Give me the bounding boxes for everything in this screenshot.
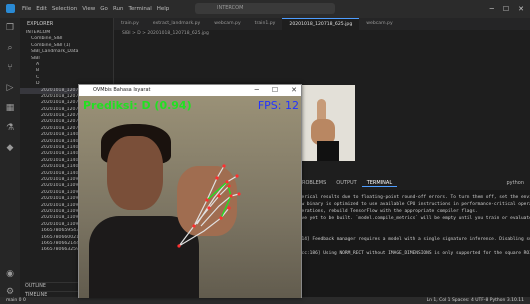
tab-terminal[interactable]: TERMINAL (361, 180, 398, 187)
status-left[interactable]: main 0 0 (6, 297, 26, 304)
hand-sleeve (317, 141, 339, 161)
menu-file[interactable]: File (22, 6, 31, 12)
fps-label: FPS: 12 (257, 99, 299, 112)
breadcrumb[interactable]: SIBI > D > 20201018_120718_625.jpg (122, 31, 209, 36)
explorer-header: EXPLORER (27, 21, 54, 27)
menu-help[interactable]: Help (157, 6, 170, 12)
menu-go[interactable]: Go (100, 6, 108, 12)
menu-edit[interactable]: Edit (36, 6, 47, 12)
tab-train1[interactable]: train1.py (248, 18, 283, 30)
window-title: OVMbis Bahasa Isyarat (93, 87, 151, 93)
prediction-label: Prediksi: D (0.94) (83, 99, 192, 112)
extensions-icon[interactable]: ▦ (0, 98, 20, 118)
minimize-icon[interactable]: ─ (490, 0, 494, 18)
tab-webcam-2[interactable]: webcam.py (359, 18, 399, 30)
opencv-window[interactable]: OVMbis Bahasa Isyarat ─ ☐ ✕ Prediksi: D … (78, 84, 302, 298)
close-icon[interactable]: ✕ (291, 85, 297, 96)
run-icon[interactable]: ▷ (0, 78, 20, 98)
tab-extract-landmark[interactable]: extract_landmark.py (146, 18, 207, 30)
titlebar: File Edit Selection View Go Run Terminal… (0, 0, 530, 18)
tab-webcam[interactable]: webcam.py (207, 18, 247, 30)
source-control-icon[interactable]: ⑂ (0, 58, 20, 78)
menu-view[interactable]: View (82, 6, 95, 12)
close-icon[interactable]: ✕ (518, 0, 524, 18)
menu-selection[interactable]: Selection (52, 6, 77, 12)
remote-icon[interactable]: ◆ (0, 138, 20, 158)
menu-bar: File Edit Selection View Go Run Terminal… (22, 6, 169, 12)
editor-tabs: train.py extract_landmark.py webcam.py t… (114, 18, 530, 30)
activity-bar: ❐ ⌕ ⑂ ▷ ▦ ⚗ ◆ ◉ ⚙ (0, 18, 20, 304)
status-right[interactable]: Ln 1, Col 1 Spaces: 4 UTF-8 Python 3.10.… (427, 297, 524, 304)
maximize-icon[interactable]: ☐ (272, 85, 278, 96)
window-controls: ─ ☐ ✕ (490, 0, 530, 18)
webcam-feed: Prediksi: D (0.94) FPS: 12 (79, 96, 301, 298)
menu-run[interactable]: Run (113, 6, 124, 12)
status-bar: main 0 0 Ln 1, Col 1 Spaces: 4 UTF-8 Pyt… (0, 297, 530, 304)
terminal-shell-name[interactable]: python (507, 180, 525, 186)
vscode-logo-icon (6, 4, 15, 13)
tab-image[interactable]: 20201018_120718_625.jpg (282, 18, 360, 30)
command-search[interactable]: INTERCOM (195, 3, 335, 14)
explorer-icon[interactable]: ❐ (0, 18, 20, 38)
search-icon[interactable]: ⌕ (0, 38, 20, 58)
hand-landmarks (177, 164, 241, 248)
tab-train[interactable]: train.py (114, 18, 146, 30)
preview-image (295, 85, 355, 161)
minimize-icon[interactable]: ─ (255, 85, 259, 96)
maximize-icon[interactable]: ☐ (503, 0, 509, 18)
tab-output[interactable]: OUTPUT (331, 180, 361, 186)
menu-terminal[interactable]: Terminal (128, 6, 151, 12)
opencv-window-title: OVMbis Bahasa Isyarat ─ ☐ ✕ (79, 85, 301, 96)
opencv-window-controls: ─ ☐ ✕ (255, 85, 297, 96)
account-icon[interactable]: ◉ (0, 264, 20, 284)
testing-icon[interactable]: ⚗ (0, 118, 20, 138)
